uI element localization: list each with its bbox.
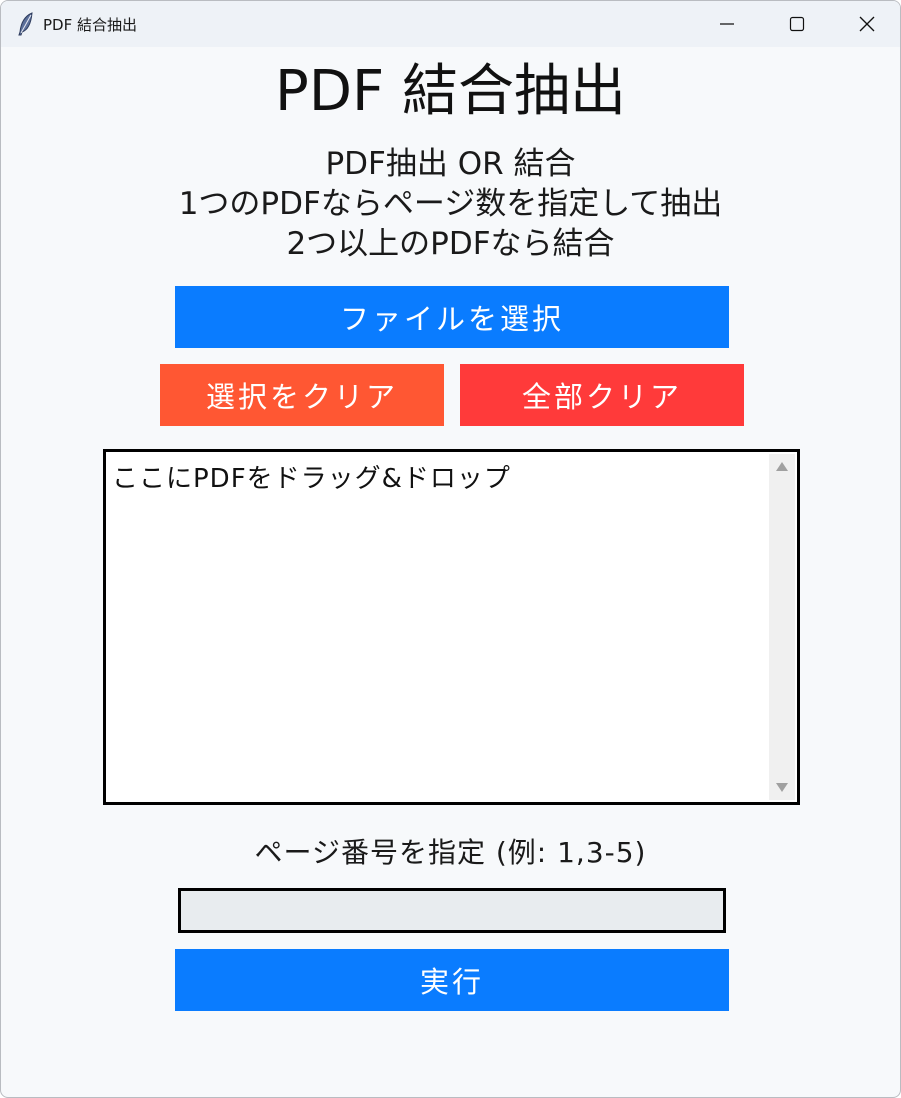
vertical-scrollbar[interactable]	[769, 454, 795, 800]
window-title: PDF 結合抽出	[43, 16, 137, 34]
app-window: PDF 結合抽出 PDF 結合抽出 PDF抽出 OR 結合 1つのPDFならペー…	[0, 0, 901, 1098]
minimize-button[interactable]	[693, 1, 761, 47]
close-icon	[859, 16, 875, 32]
clear-all-button[interactable]: 全部クリア	[460, 364, 744, 426]
maximize-icon	[789, 16, 805, 32]
clear-selection-button[interactable]: 選択をクリア	[160, 364, 444, 426]
select-file-button[interactable]: ファイルを選択	[175, 286, 729, 348]
description-line-2: 1つのPDFならページ数を指定して抽出	[178, 186, 723, 222]
page-number-input[interactable]	[178, 888, 726, 933]
scroll-down-arrow-icon[interactable]	[776, 783, 788, 792]
title-bar[interactable]: PDF 結合抽出	[1, 1, 900, 47]
close-button[interactable]	[833, 1, 900, 47]
feather-icon	[17, 12, 35, 36]
page-title: PDF 結合抽出	[275, 59, 626, 124]
file-drop-list[interactable]: ここにPDFをドラッグ&ドロップ	[103, 449, 800, 805]
maximize-button[interactable]	[763, 1, 831, 47]
minimize-icon	[719, 16, 735, 32]
run-button[interactable]: 実行	[175, 949, 729, 1011]
list-item[interactable]: ここにPDFをドラッグ&ドロップ	[112, 458, 511, 495]
page-number-label: ページ番号を指定 (例: 1,3-5)	[254, 836, 647, 869]
description-line-3: 2つ以上のPDFなら結合	[286, 226, 615, 262]
description-line-1: PDF抽出 OR 結合	[325, 146, 576, 182]
scroll-up-arrow-icon[interactable]	[776, 462, 788, 471]
